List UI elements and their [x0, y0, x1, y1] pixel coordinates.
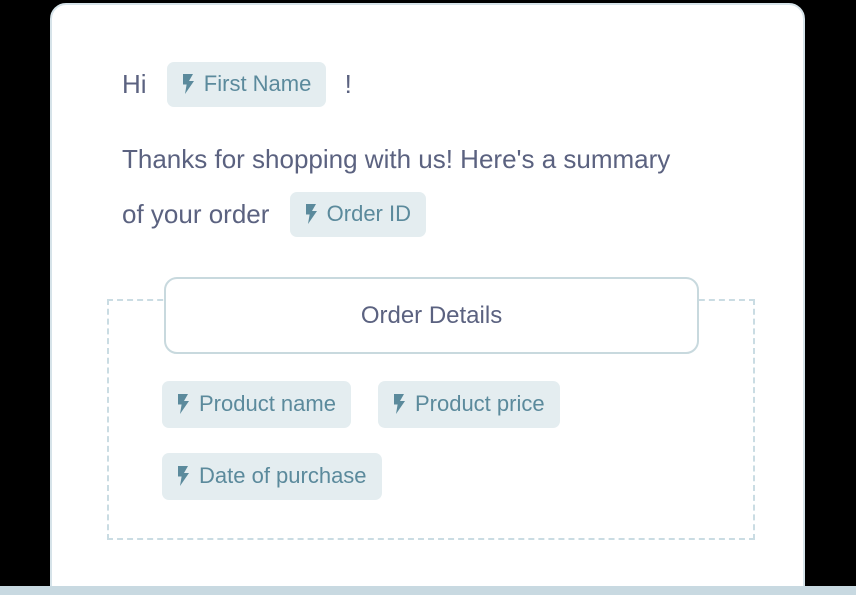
email-body-canvas[interactable]: Hi First Name ! Thanks for shopping with… [52, 5, 803, 586]
thanks-paragraph-line-1[interactable]: Thanks for shopping with us! Here's a su… [122, 130, 670, 187]
bottom-accent-strip [0, 586, 856, 595]
lightning-bolt-icon [304, 203, 318, 224]
merge-tag-first-name[interactable]: First Name [166, 61, 327, 107]
order-details-button-label: Order Details [360, 301, 503, 329]
email-preview-card: Hi First Name ! Thanks for shopping with… [50, 3, 805, 588]
merge-tag-product-price-label: Product price [414, 391, 545, 416]
lightning-bolt-icon [181, 73, 195, 94]
thanks-text-line-2: of your order [122, 198, 270, 229]
merge-tag-date-of-purchase-label: Date of purchase [199, 463, 367, 488]
thanks-paragraph-line-2[interactable]: of your order Order ID [122, 185, 426, 242]
greeting-paragraph[interactable]: Hi First Name ! [122, 55, 352, 112]
merge-tag-product-name[interactable]: Product name [162, 381, 351, 428]
lightning-bolt-icon [392, 394, 406, 414]
lightning-bolt-icon [176, 466, 190, 486]
greeting-prefix-text: Hi [122, 68, 147, 99]
order-details-button[interactable]: Order Details [164, 277, 699, 354]
merge-tag-date-of-purchase[interactable]: Date of purchase [162, 453, 382, 500]
merge-tag-row-1: Product name Product price [162, 381, 560, 428]
lightning-bolt-icon [176, 394, 190, 414]
merge-tag-order-id-label: Order ID [326, 200, 411, 226]
thanks-text-line-1: Thanks for shopping with us! Here's a su… [122, 143, 671, 174]
merge-tag-product-name-label: Product name [199, 391, 336, 416]
merge-tag-row-2: Date of purchase [162, 453, 382, 500]
greeting-suffix-text: ! [344, 68, 352, 99]
merge-tag-product-price[interactable]: Product price [377, 381, 560, 428]
merge-tag-first-name-label: First Name [203, 70, 312, 96]
merge-tag-order-id[interactable]: Order ID [289, 191, 426, 237]
